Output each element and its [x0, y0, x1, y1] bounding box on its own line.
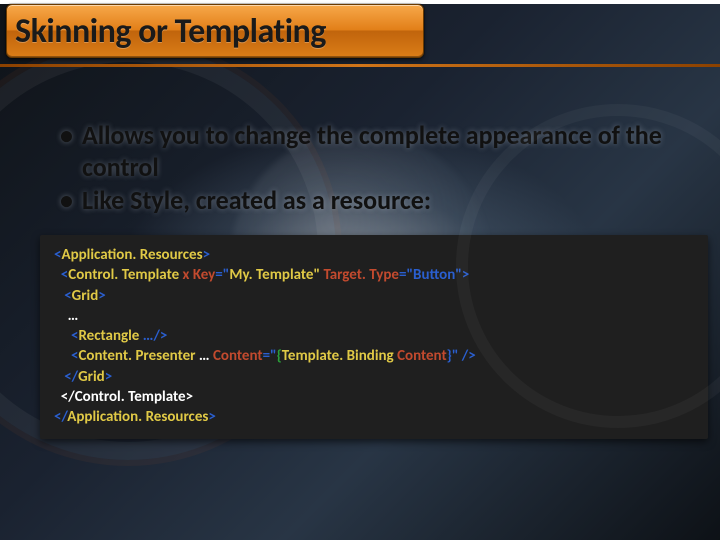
code-punct: …/>	[139, 327, 167, 345]
code-line: </Application. Resources>	[54, 407, 694, 427]
code-punct: ="	[263, 347, 277, 365]
code-bracket: >	[98, 287, 105, 305]
code-closetag: </Control. Template>	[61, 388, 193, 406]
slide: Skinning or Templating Allows you to cha…	[0, 4, 720, 540]
code-attr: Content	[213, 347, 263, 365]
code-line: </Control. Template>	[54, 387, 694, 407]
bullet-list: Allows you to change the complete appear…	[60, 120, 690, 217]
code-tag: Content. Presenter	[78, 347, 195, 365]
slide-title: Skinning or Templating	[15, 11, 326, 52]
code-tag: Grid	[78, 368, 105, 386]
code-line: <Control. Template x Key="My. Template" …	[54, 265, 694, 285]
code-bracket: <	[64, 287, 71, 305]
code-line: <Rectangle …/>	[54, 326, 694, 346]
slide-content: Allows you to change the complete appear…	[60, 120, 690, 439]
code-attr: x Key	[179, 266, 215, 284]
code-tag: Grid	[72, 287, 99, 305]
code-line: <Content. Presenter … Content="{Template…	[54, 346, 694, 366]
code-value: "Button">	[406, 266, 469, 284]
code-tag: Application. Resources	[67, 408, 208, 426]
bullet-item: Like Style, created as a resource:	[60, 185, 690, 217]
code-ellipsis: …	[68, 307, 79, 325]
bullet-item: Allows you to change the complete appear…	[60, 120, 690, 183]
code-bracket: >	[208, 408, 215, 426]
code-bracket: </	[54, 408, 67, 426]
code-line: <Application. Resources>	[54, 245, 694, 265]
code-bracket: >	[203, 246, 210, 264]
title-bar: Skinning or Templating	[6, 4, 424, 58]
code-binding: }"	[447, 347, 459, 365]
code-punct: />	[458, 347, 475, 365]
code-tag: Application. Resources	[61, 246, 202, 264]
code-binding: Content	[397, 347, 447, 365]
code-line: …	[54, 306, 694, 326]
title-underline	[0, 64, 720, 67]
code-line: <Grid>	[54, 286, 694, 306]
code-bracket: >	[105, 368, 112, 386]
code-attr: Target. Type	[320, 266, 399, 284]
code-bracket: </	[64, 368, 78, 386]
code-block: <Application. Resources> <Control. Templ…	[40, 235, 708, 439]
code-line: </Grid>	[54, 367, 694, 387]
code-tag: Rectangle	[78, 327, 139, 345]
code-ellipsis: …	[196, 347, 213, 365]
code-punct: ="	[215, 266, 229, 284]
code-tag: Control. Template	[68, 266, 179, 284]
code-value: My. Template"	[229, 266, 320, 284]
code-binding: Template. Binding	[282, 347, 397, 365]
